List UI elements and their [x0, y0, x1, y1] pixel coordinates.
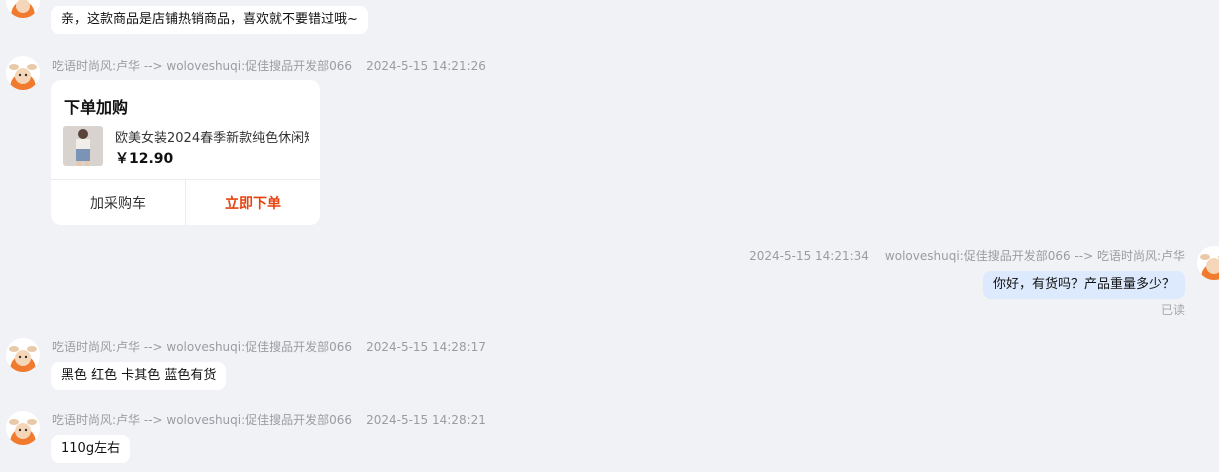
card-actions: 加采购车 立即下单 [51, 179, 320, 225]
avatar[interactable] [6, 411, 40, 445]
product-thumbnail[interactable] [63, 126, 103, 166]
timestamp: 2024-5-15 14:28:17 [366, 340, 486, 354]
avatar[interactable] [6, 56, 40, 90]
timestamp: 2024-5-15 14:28:21 [366, 413, 486, 427]
message-bubble: 110g左右 [51, 435, 131, 463]
message-meta: 吃语时尚风:卢华 --> woloveshuqi:促佳搜品开发部066 2024-… [52, 57, 486, 74]
buy-now-button[interactable]: 立即下单 [186, 180, 320, 225]
message-meta: 吃语时尚风:卢华 --> woloveshuqi:促佳搜品开发部066 2024-… [52, 338, 486, 355]
product-price: ￥12.90 [115, 151, 174, 167]
product-name[interactable]: 欧美女装2024春季新款纯色休闲短 [115, 127, 309, 146]
sender-label: woloveshuqi:促佳搜品开发部066 --> 吃语时尚风:卢华 [884, 249, 1185, 263]
card-title: 下单加购 [64, 98, 129, 117]
message-bubble: 亲，这款商品是店铺热销商品，喜欢就不要错过哦~ [51, 6, 368, 34]
avatar[interactable] [6, 0, 40, 18]
message-meta: 2024-5-15 14:21:34 woloveshuqi:促佳搜品开发部066… [749, 247, 1185, 264]
message-bubble: 黑色 红色 卡其色 蓝色有货 [51, 362, 227, 390]
add-to-cart-button[interactable]: 加采购车 [51, 180, 186, 225]
sender-label: 吃语时尚风:卢华 --> woloveshuqi:促佳搜品开发部066 [52, 340, 353, 354]
message-meta: 吃语时尚风:卢华 --> woloveshuqi:促佳搜品开发部066 2024-… [52, 411, 486, 428]
timestamp: 2024-5-15 14:21:34 [749, 249, 869, 263]
sender-label: 吃语时尚风:卢华 --> woloveshuqi:促佳搜品开发部066 [52, 59, 353, 73]
avatar[interactable] [1197, 246, 1219, 280]
avatar[interactable] [6, 338, 40, 372]
order-card[interactable]: 下单加购 欧美女装2024春季新款纯色休闲短 ￥12.90 加采购车 立即下单 [51, 80, 320, 225]
timestamp: 2024-5-15 14:21:26 [366, 59, 486, 73]
sender-label: 吃语时尚风:卢华 --> woloveshuqi:促佳搜品开发部066 [52, 413, 353, 427]
message-bubble: 你好，有货吗？产品重量多少？ [982, 271, 1185, 299]
read-status: 已读 [1160, 303, 1185, 317]
